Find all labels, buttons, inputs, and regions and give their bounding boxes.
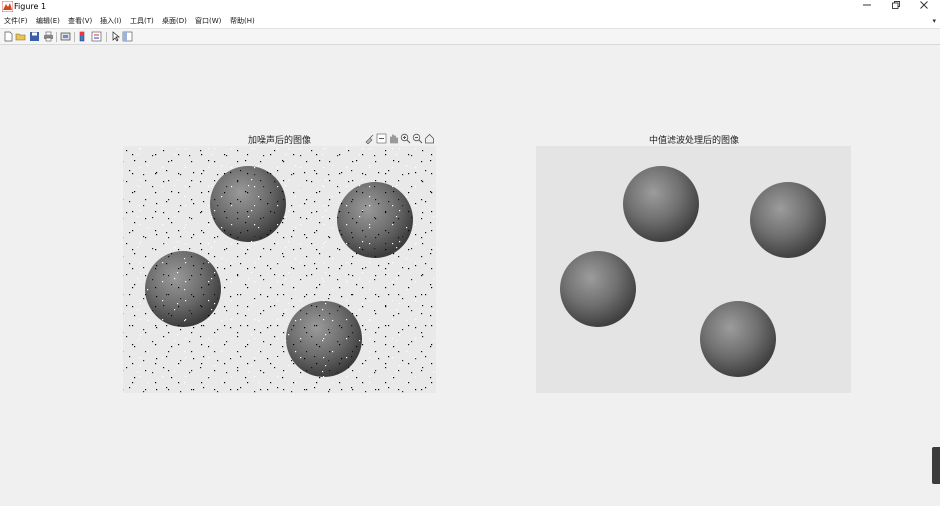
menu-view[interactable]: 查看(V) — [68, 14, 92, 28]
coin — [623, 166, 699, 242]
toolbar-separator — [56, 32, 57, 42]
zoom-out-icon[interactable] — [412, 133, 423, 144]
link-plot-icon[interactable] — [60, 31, 71, 42]
home-icon[interactable] — [424, 133, 435, 144]
property-inspector-icon[interactable] — [122, 31, 133, 42]
menu-bar: 文件(F) 编辑(E) 查看(V) 插入(I) 工具(T) 桌面(D) 窗口(W… — [0, 14, 940, 29]
close-icon — [920, 1, 928, 9]
menu-desktop[interactable]: 桌面(D) — [162, 14, 187, 28]
menu-edit[interactable]: 编辑(E) — [36, 14, 60, 28]
coin — [750, 182, 826, 258]
coin — [560, 251, 636, 327]
brush-icon[interactable] — [364, 133, 375, 144]
menu-tools[interactable]: 工具(T) — [130, 14, 154, 28]
minimize-icon — [863, 4, 871, 6]
toolbar-separator — [74, 32, 75, 42]
datatip-icon[interactable] — [376, 133, 387, 144]
restore-button[interactable] — [882, 0, 910, 14]
figure-toolbar — [0, 29, 940, 45]
noisy-coins-image — [123, 146, 436, 393]
left-axes-title: 加噪声后的图像 — [248, 136, 312, 146]
menu-help[interactable]: 帮助(H) — [230, 14, 255, 28]
median-filtered-coins-image — [536, 146, 851, 393]
matlab-app-icon — [2, 1, 13, 12]
right-axes-title: 中值滤波处理后的图像 — [649, 136, 740, 146]
save-icon[interactable] — [29, 31, 40, 42]
menu-overflow-chevron-icon[interactable]: ▾ — [932, 14, 936, 28]
salt-pepper-noise — [123, 146, 436, 393]
zoom-in-icon[interactable] — [400, 133, 411, 144]
legend-icon[interactable] — [91, 31, 102, 42]
window-title: Figure 1 — [14, 2, 47, 11]
close-button[interactable] — [910, 0, 938, 14]
open-file-icon[interactable] — [15, 31, 26, 42]
menu-window[interactable]: 窗口(W) — [195, 14, 221, 28]
menu-insert[interactable]: 插入(I) — [100, 14, 122, 28]
pan-icon[interactable] — [388, 133, 399, 144]
window-titlebar: Figure 1 — [0, 0, 940, 14]
new-figure-icon[interactable] — [3, 31, 14, 42]
minimize-button[interactable] — [853, 0, 881, 14]
restore-icon — [892, 1, 900, 9]
edit-plot-icon[interactable] — [110, 31, 121, 42]
coin — [700, 301, 776, 377]
side-panel-handle[interactable] — [932, 447, 940, 484]
colorbar-icon[interactable] — [78, 31, 89, 42]
print-icon[interactable] — [43, 31, 54, 42]
menu-file[interactable]: 文件(F) — [4, 14, 28, 28]
toolbar-separator — [106, 32, 107, 42]
